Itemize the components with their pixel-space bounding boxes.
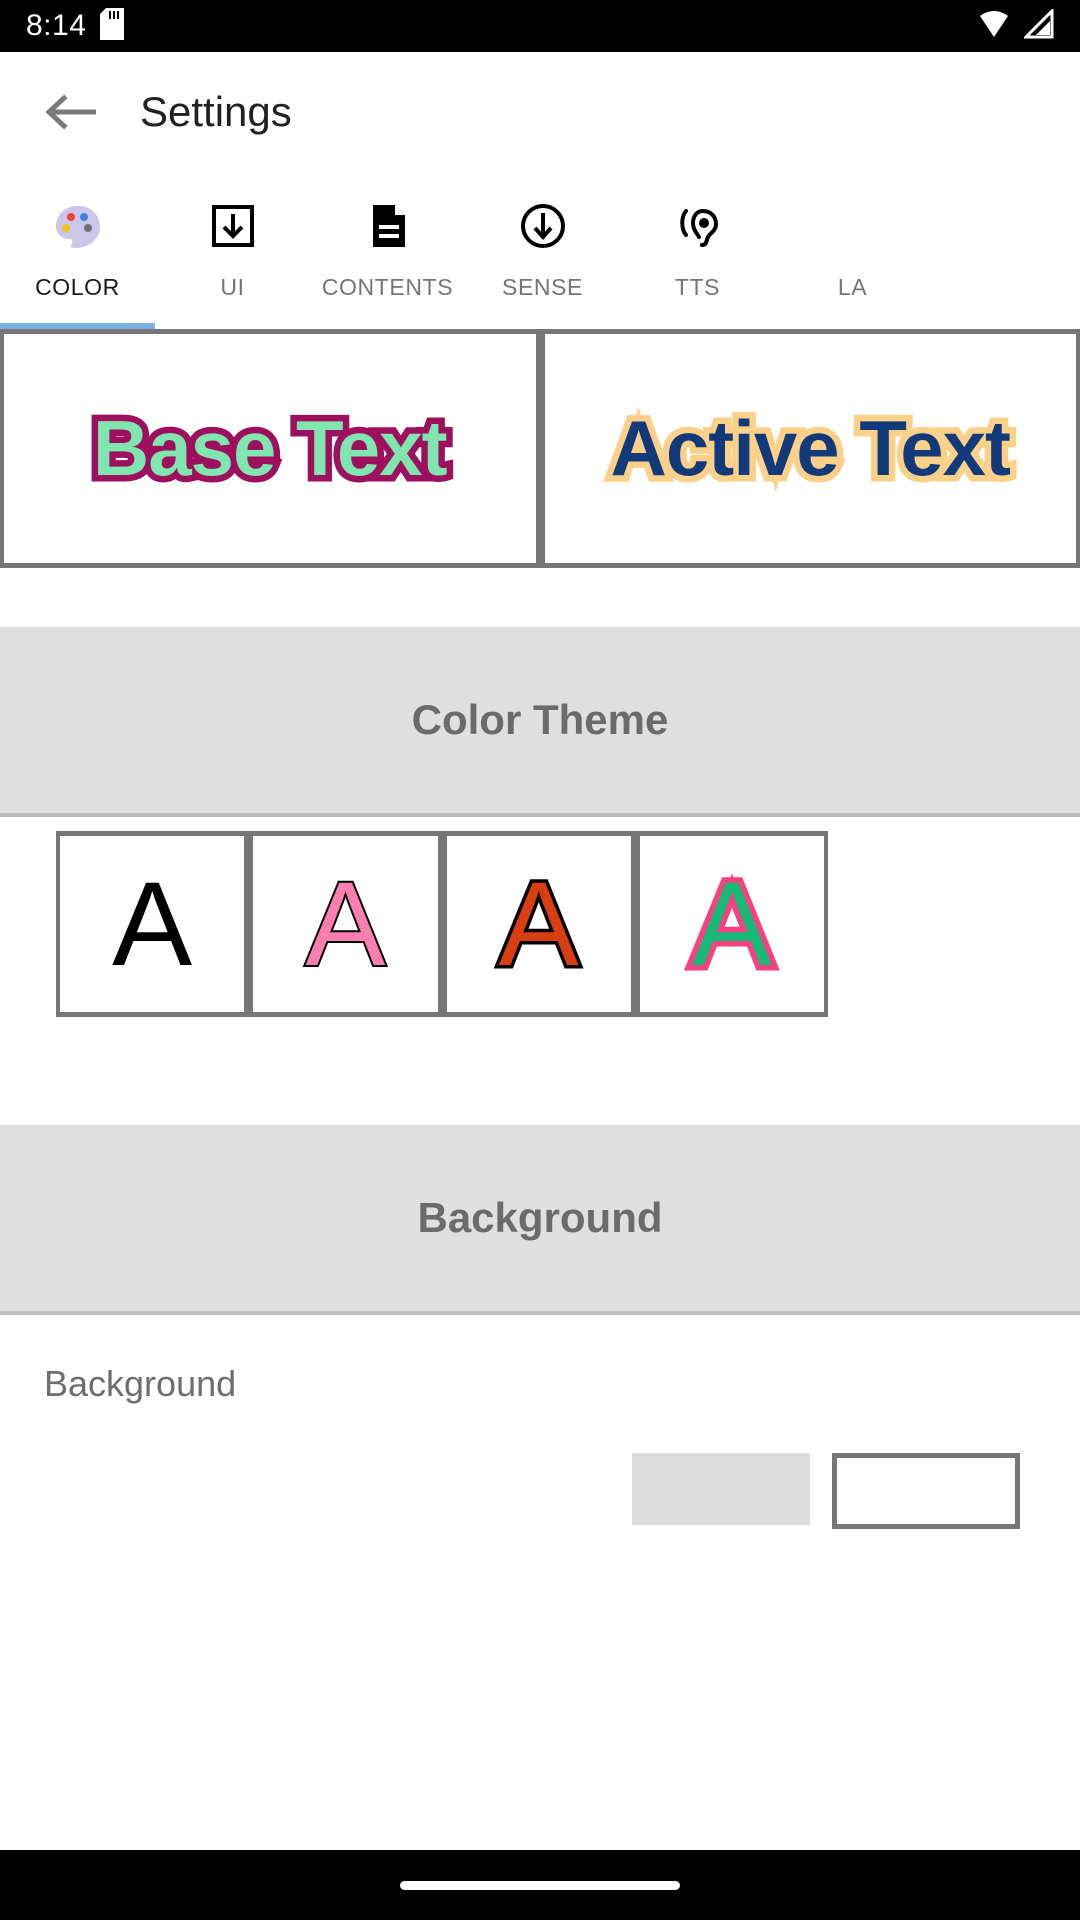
color-theme-swatch-strip: A A A A (0, 817, 1080, 1017)
active-text-preview[interactable]: Active Text (544, 334, 1076, 563)
tab-label: UI (220, 274, 245, 300)
palette-icon (52, 200, 104, 252)
system-navigation-bar (0, 1850, 1080, 1920)
tab-label: SENSE (502, 274, 583, 300)
swatch-group: A A A A (56, 831, 828, 1017)
section-header-label: Color Theme (411, 696, 669, 743)
swatch-letter: A (303, 857, 387, 991)
sd-card-icon (100, 7, 125, 45)
tab-sense[interactable]: SENSE (465, 172, 620, 322)
background-chip-gray[interactable] (632, 1453, 810, 1525)
page-title: Settings (140, 88, 292, 135)
tab-language[interactable]: LA (775, 172, 930, 322)
section-header-label: Background (417, 1194, 663, 1241)
base-text-preview[interactable]: Base Text (4, 334, 536, 563)
language-icon (827, 200, 879, 252)
circle-down-arrow-icon (517, 200, 569, 252)
home-gesture-pill[interactable] (400, 1880, 680, 1890)
swatch-letter: A (112, 857, 193, 991)
background-section-header: Background (0, 1125, 1080, 1311)
tab-label: CONTENTS (321, 274, 454, 300)
tab-label: TTS (674, 274, 721, 300)
background-color-chips (44, 1453, 1036, 1529)
cellular-signal-icon (1022, 6, 1054, 44)
tab-color[interactable]: COLOR (0, 172, 155, 322)
theme-swatch-3[interactable]: A (446, 836, 631, 1012)
spacer-above-color-theme (0, 568, 1080, 627)
tab-contents[interactable]: CONTENTS (310, 172, 465, 322)
download-box-icon (207, 200, 259, 252)
text-preview-row: Base Text Active Text (0, 329, 1080, 568)
status-bar-right (978, 6, 1054, 44)
app-toolbar: Settings (0, 52, 1080, 172)
status-bar: 8:14 (0, 0, 1080, 52)
color-theme-section-header: Color Theme (0, 627, 1080, 813)
tab-label: LA (837, 274, 868, 300)
hearing-ear-icon (672, 200, 724, 252)
swatch-letter: A (495, 857, 582, 991)
active-text-sample: Active Text (604, 398, 1017, 499)
background-row-label: Background (44, 1363, 237, 1404)
status-bar-clock: 8:14 (26, 9, 87, 42)
theme-swatch-2[interactable]: A (253, 836, 438, 1012)
theme-swatch-1[interactable]: A (60, 836, 245, 1012)
tab-label: COLOR (35, 274, 120, 300)
tab-ui[interactable]: UI (155, 172, 310, 322)
spacer-above-background (0, 1017, 1080, 1125)
base-text-sample: Base Text (86, 398, 454, 499)
background-chip-white[interactable] (832, 1453, 1020, 1529)
swatch-letter: A (686, 857, 777, 991)
wifi-icon (978, 9, 1010, 44)
background-setting-row[interactable]: Background (0, 1315, 1080, 1529)
theme-swatch-4[interactable]: A (639, 836, 824, 1012)
settings-tab-bar[interactable]: COLOR UI CONTENTS SENSE TTS LA (0, 172, 1080, 329)
document-icon (362, 200, 414, 252)
back-arrow-icon[interactable] (40, 82, 100, 142)
tab-tts[interactable]: TTS (620, 172, 775, 322)
status-bar-left: 8:14 (26, 7, 125, 45)
tab-selection-indicator (0, 323, 155, 329)
